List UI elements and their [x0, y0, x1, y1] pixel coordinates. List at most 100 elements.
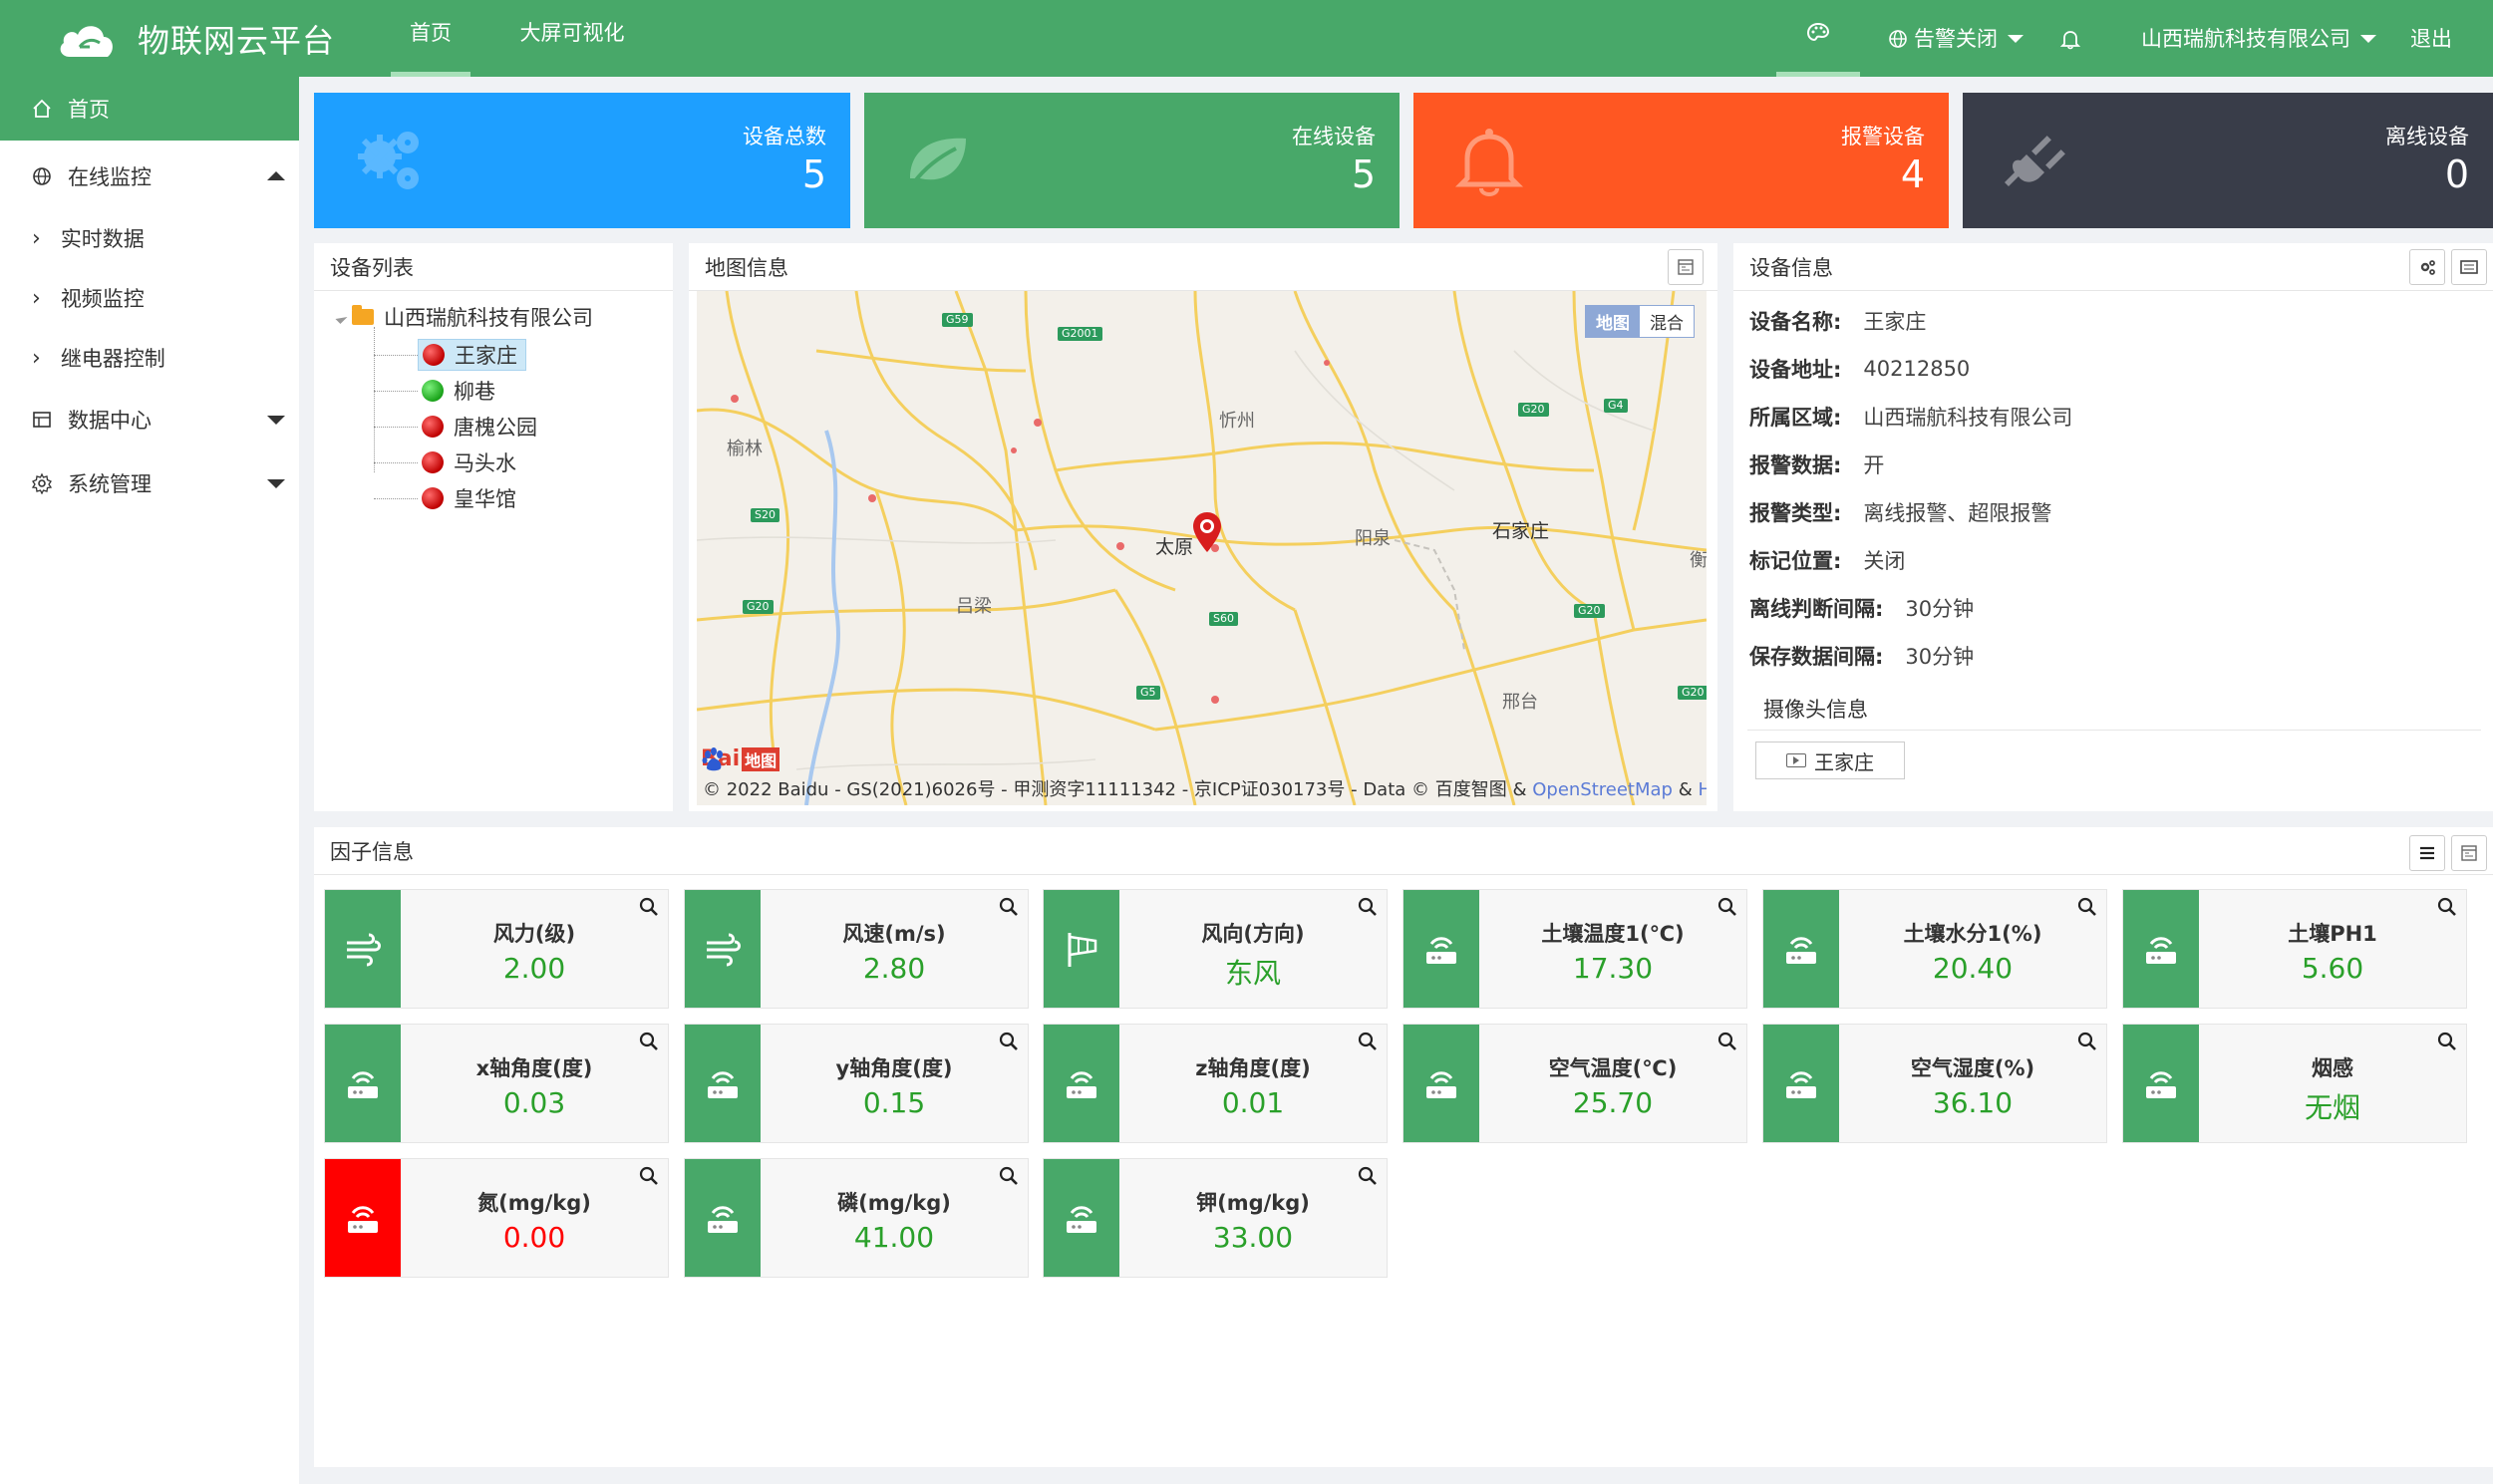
- factor-card[interactable]: 土壤水分1(%) 20.40: [1762, 889, 2107, 1009]
- stat-label: 在线设备: [1292, 125, 1376, 148]
- info-key: 报警类型:: [1749, 501, 1842, 525]
- factor-card[interactable]: 烟感 无烟: [2122, 1024, 2467, 1143]
- list-view-button[interactable]: [2409, 835, 2445, 871]
- info-row-mark-position: 标记位置: 关闭: [1749, 544, 1905, 576]
- copyright-text: &: [1672, 779, 1699, 800]
- factor-name: 风向(方向): [1201, 922, 1305, 946]
- globe-icon: [30, 164, 54, 188]
- gears-icon: [358, 132, 419, 189]
- device-settings-button[interactable]: [2409, 249, 2445, 285]
- search-icon[interactable]: [1716, 1031, 1738, 1052]
- search-icon[interactable]: [1716, 896, 1738, 918]
- tree-node-device[interactable]: 马头水: [418, 446, 524, 478]
- sidebar-item-video-monitor[interactable]: › 视频监控: [0, 268, 299, 328]
- search-icon[interactable]: [638, 896, 660, 918]
- factor-card[interactable]: 空气温度(℃) 25.70: [1402, 1024, 1747, 1143]
- tree-expand-icon[interactable]: [335, 311, 348, 325]
- chevron-down-icon: [2008, 34, 2024, 43]
- router-icon: [2123, 1025, 2199, 1142]
- city-label: 忻州: [1219, 411, 1255, 432]
- sidebar-item-relay-control[interactable]: › 继电器控制: [0, 328, 299, 388]
- search-icon[interactable]: [998, 896, 1020, 918]
- device-name: 马头水: [454, 451, 516, 475]
- here-link[interactable]: HERE: [1698, 779, 1707, 800]
- theme-button[interactable]: [1776, 0, 1860, 77]
- company-menu[interactable]: 山西瑞航科技有限公司: [2141, 0, 2376, 77]
- stat-label: 离线设备: [2385, 125, 2469, 148]
- search-icon[interactable]: [638, 1165, 660, 1187]
- city-label: 石家庄: [1492, 520, 1550, 542]
- factor-card[interactable]: 钾(mg/kg) 33.00: [1043, 1158, 1388, 1278]
- factor-name: 钾(mg/kg): [1196, 1191, 1310, 1215]
- factor-card[interactable]: 风向(方向) 东风: [1043, 889, 1388, 1009]
- search-icon[interactable]: [1357, 896, 1379, 918]
- sidebar-item-system-admin[interactable]: 系统管理: [0, 451, 299, 515]
- factor-value: 33.00: [1212, 1221, 1294, 1254]
- nav-big-screen[interactable]: 大屏可视化: [510, 0, 634, 77]
- wind-icon: [685, 890, 761, 1008]
- factor-card[interactable]: 土壤PH1 5.60: [2122, 889, 2467, 1009]
- factor-card[interactable]: 空气湿度(%) 36.10: [1762, 1024, 2107, 1143]
- logout-button[interactable]: 退出: [2410, 0, 2452, 77]
- search-icon[interactable]: [2436, 1031, 2458, 1052]
- factor-card[interactable]: 氮(mg/kg) 0.00: [324, 1158, 669, 1278]
- map-marker-icon[interactable]: [1191, 510, 1223, 554]
- search-icon[interactable]: [2076, 1031, 2098, 1052]
- factor-value: 25.70: [1572, 1086, 1654, 1119]
- tree-node-device[interactable]: 皇华馆: [418, 482, 524, 514]
- osm-link[interactable]: OpenStreetMap: [1532, 779, 1673, 800]
- search-icon[interactable]: [1357, 1165, 1379, 1187]
- sidebar-item-realtime-data[interactable]: › 实时数据: [0, 208, 299, 268]
- search-icon[interactable]: [998, 1031, 1020, 1052]
- stat-label: 设备总数: [743, 125, 826, 148]
- factor-export-button[interactable]: [2451, 835, 2487, 871]
- nav-home[interactable]: 首页: [391, 0, 470, 77]
- router-icon: [685, 1159, 761, 1277]
- camera-button[interactable]: 王家庄: [1755, 742, 1905, 779]
- info-key: 保存数据间隔:: [1749, 645, 1884, 669]
- stat-card-alarm[interactable]: 报警设备 4: [1413, 93, 1949, 228]
- factor-card[interactable]: z轴角度(度) 0.01: [1043, 1024, 1388, 1143]
- search-icon[interactable]: [2076, 896, 2098, 918]
- notification-button[interactable]: [2059, 0, 2081, 77]
- factor-card[interactable]: 土壤温度1(℃) 17.30: [1402, 889, 1747, 1009]
- factor-card[interactable]: 风速(m/s) 2.80: [684, 889, 1029, 1009]
- factor-name: x轴角度(度): [475, 1056, 593, 1080]
- stat-card-online[interactable]: 在线设备 5: [864, 93, 1400, 228]
- app-title: 物联网云平台: [138, 22, 336, 60]
- sidebar-item-home[interactable]: 首页: [0, 77, 299, 141]
- stat-card-total[interactable]: 设备总数 5: [314, 93, 850, 228]
- chevron-down-icon: [267, 416, 285, 425]
- road-label: G20: [1574, 604, 1605, 618]
- device-export-button[interactable]: [2451, 249, 2487, 285]
- search-icon[interactable]: [1357, 1031, 1379, 1052]
- map-canvas[interactable]: G59 G2001 G20 G4 S20 G20 S60 G5 G20 G20 …: [697, 291, 1707, 805]
- alarm-toggle[interactable]: 告警关闭: [1888, 0, 2024, 77]
- search-icon[interactable]: [998, 1165, 1020, 1187]
- road-label: G59: [942, 313, 973, 327]
- factor-card[interactable]: 磷(mg/kg) 41.00: [684, 1158, 1029, 1278]
- map-type-toggle[interactable]: 地图 混合: [1585, 305, 1695, 338]
- table-icon: [30, 408, 54, 432]
- search-icon[interactable]: [2436, 896, 2458, 918]
- factor-card[interactable]: 风力(级) 2.00: [324, 889, 669, 1009]
- search-icon[interactable]: [638, 1031, 660, 1052]
- stat-card-offline[interactable]: 离线设备 0: [1963, 93, 2493, 228]
- factor-card[interactable]: x轴角度(度) 0.03: [324, 1024, 669, 1143]
- tree-node-device[interactable]: 柳巷: [418, 375, 503, 407]
- info-row-name: 设备名称: 王家庄: [1749, 305, 1926, 337]
- app-logo[interactable]: 物联网云平台: [56, 10, 335, 68]
- sidebar-item-online-monitor[interactable]: 在线监控: [0, 145, 299, 208]
- tree-node-device[interactable]: 唐槐公园: [418, 411, 545, 443]
- sidebar-item-data-center[interactable]: 数据中心: [0, 388, 299, 451]
- map-type-hybrid[interactable]: 混合: [1640, 306, 1694, 337]
- factor-card[interactable]: y轴角度(度) 0.15: [684, 1024, 1029, 1143]
- factor-value: 0.15: [862, 1086, 926, 1119]
- map-export-button[interactable]: [1668, 249, 1704, 285]
- chevron-down-icon: [267, 479, 285, 488]
- factor-value: 0.00: [502, 1221, 566, 1254]
- tree-node-device[interactable]: 王家庄: [418, 339, 526, 371]
- export-icon: [2461, 845, 2477, 861]
- map-type-map[interactable]: 地图: [1586, 306, 1640, 337]
- tree-root-node[interactable]: 山西瑞航科技有限公司: [352, 301, 593, 333]
